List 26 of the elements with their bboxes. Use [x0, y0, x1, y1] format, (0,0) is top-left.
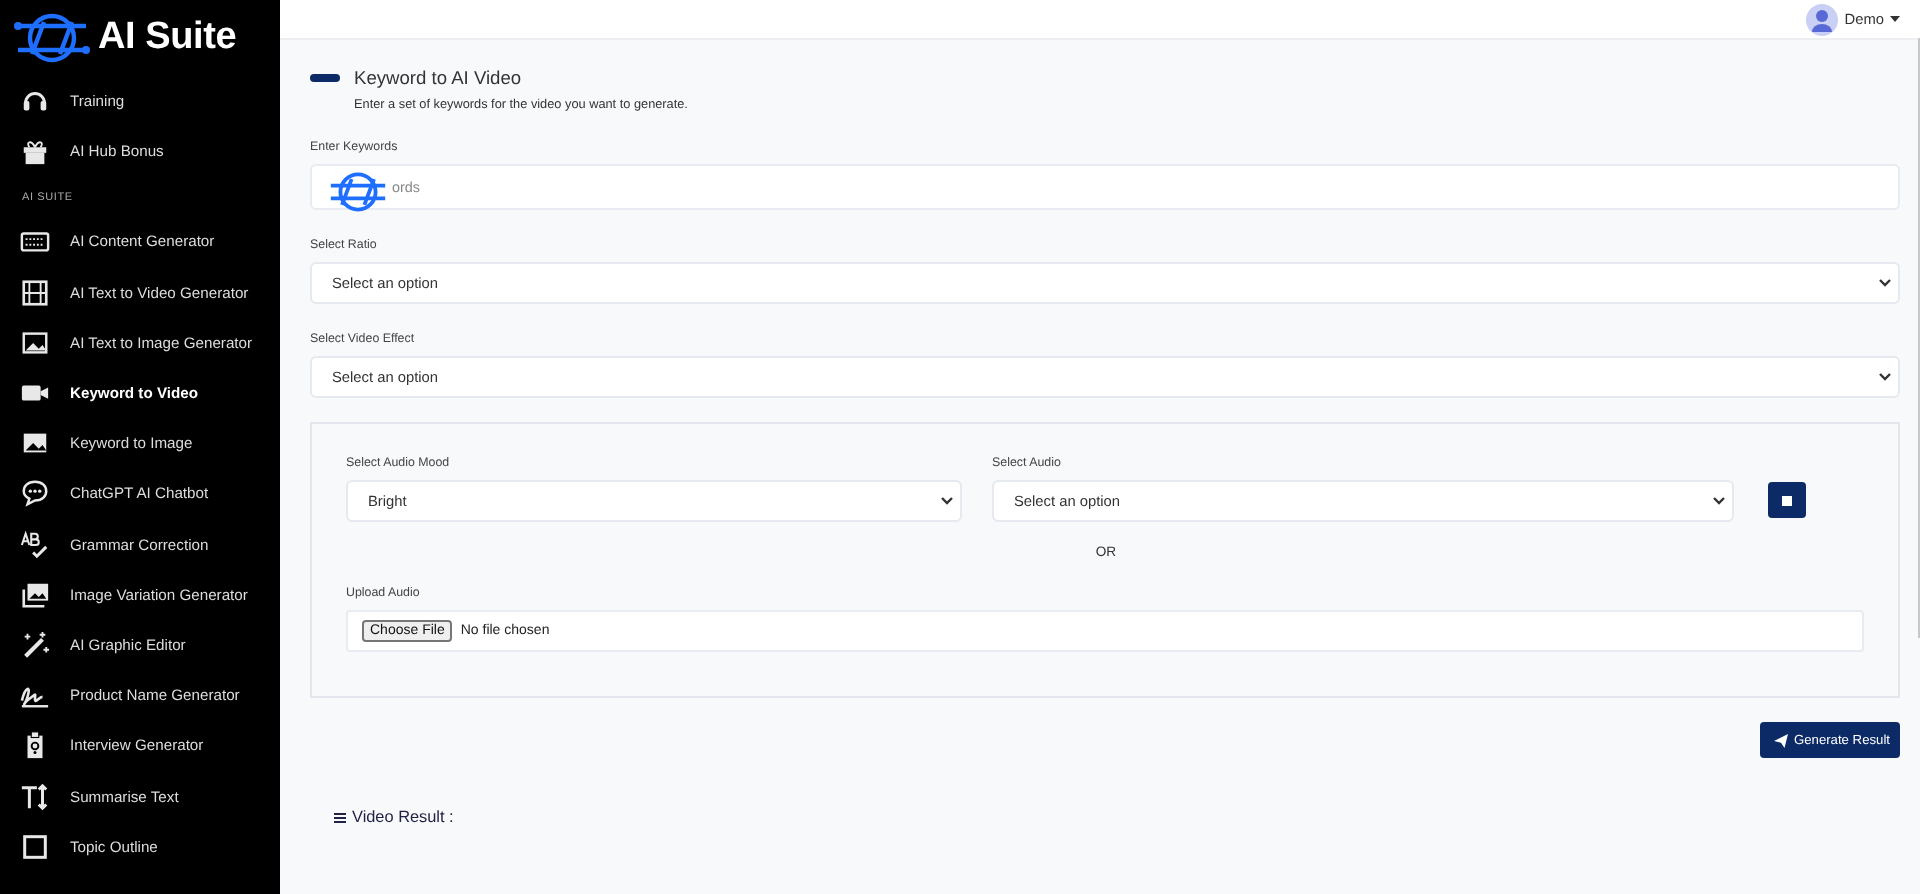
image-icon [20, 327, 50, 358]
images-icon [20, 579, 50, 610]
avatar-icon [1806, 3, 1839, 35]
section-heading: Video Result : [352, 808, 454, 826]
logo-icon [12, 10, 92, 66]
logo-icon [326, 168, 390, 216]
stop-button[interactable] [1768, 482, 1806, 518]
caret-icon [1890, 15, 1900, 23]
stop-icon [1782, 495, 1792, 505]
chevron-down-icon [940, 496, 954, 506]
magic-wand-icon [20, 629, 50, 660]
square-icon [20, 831, 50, 862]
brand-name: AI Suite [98, 16, 237, 60]
chevron-down-icon [1712, 496, 1726, 506]
page-title: Keyword to AI Video [354, 68, 522, 88]
gift-icon [20, 136, 50, 167]
chat-bubble-icon [20, 478, 50, 509]
chevron-down-icon [1878, 278, 1892, 288]
title-accent [310, 74, 340, 82]
spellcheck-icon [20, 529, 50, 560]
send-icon [1773, 733, 1788, 747]
list-icon [334, 811, 346, 823]
text-size-icon [20, 781, 50, 812]
film-icon [20, 277, 50, 308]
keyboard-icon [20, 226, 50, 257]
chevron-down-icon [1878, 372, 1892, 382]
